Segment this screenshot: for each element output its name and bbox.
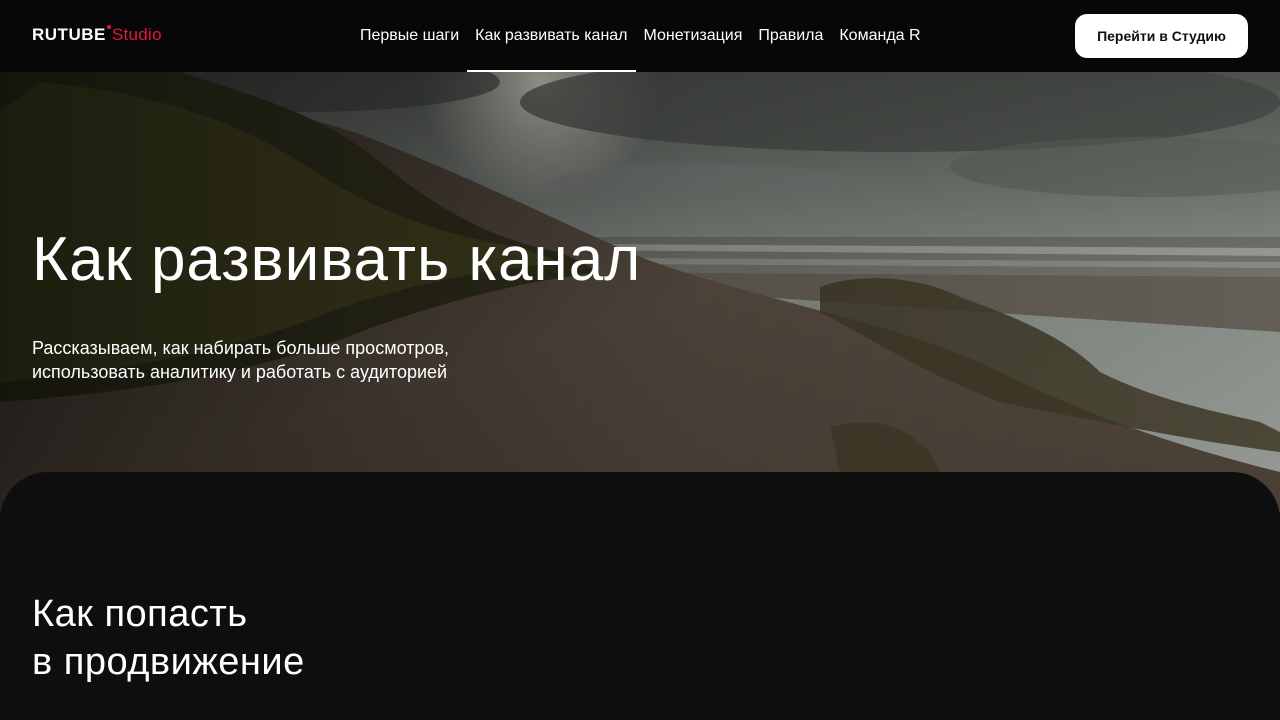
- nav-item-label: Как развивать канал: [475, 27, 628, 44]
- nav-item-label: Команда R: [839, 27, 921, 44]
- nav-item-team-r[interactable]: Команда R: [831, 0, 928, 72]
- hero-subtitle: Рассказываем, как набирать больше просмо…: [32, 336, 552, 384]
- nav-item-monetization[interactable]: Монетизация: [636, 0, 751, 72]
- nav-item-label: Правила: [758, 27, 824, 44]
- logo-dot-icon: [106, 25, 111, 29]
- section-title-line-2: в продвижение: [32, 641, 305, 683]
- hero-banner: Как развивать канал Рассказываем, как на…: [0, 72, 1280, 512]
- nav-item-label: Первые шаги: [360, 27, 460, 44]
- hero-subtitle-line-2: использовать аналитику и работать с ауди…: [32, 362, 448, 382]
- section-title-line-1: Как попасть: [32, 593, 248, 635]
- hero-subtitle-line-1: Рассказываем, как набирать больше просмо…: [32, 338, 450, 358]
- top-header: RUTUBE Studio Первые шаги Как развивать …: [0, 0, 1280, 72]
- logo-rutube-text: RUTUBE: [32, 25, 106, 44]
- nav-item-rules[interactable]: Правила: [750, 0, 831, 72]
- nav-item-first-steps[interactable]: Первые шаги: [352, 0, 467, 72]
- nav-item-label: Монетизация: [643, 27, 743, 44]
- nav-item-grow-channel[interactable]: Как развивать канал: [467, 0, 636, 72]
- promotion-section: Как попасть в продвижение: [0, 472, 1280, 720]
- hero-title: Как развивать канал: [32, 225, 642, 294]
- page: RUTUBE Studio Первые шаги Как развивать …: [0, 0, 1280, 720]
- go-to-studio-button[interactable]: Перейти в Студию: [1075, 14, 1248, 58]
- main-nav: Первые шаги Как развивать канал Монетиза…: [352, 0, 929, 72]
- rutube-studio-logo[interactable]: RUTUBE Studio: [32, 24, 162, 48]
- logo-studio-text: Studio: [111, 25, 162, 44]
- section-title: Как попасть в продвижение: [32, 590, 305, 686]
